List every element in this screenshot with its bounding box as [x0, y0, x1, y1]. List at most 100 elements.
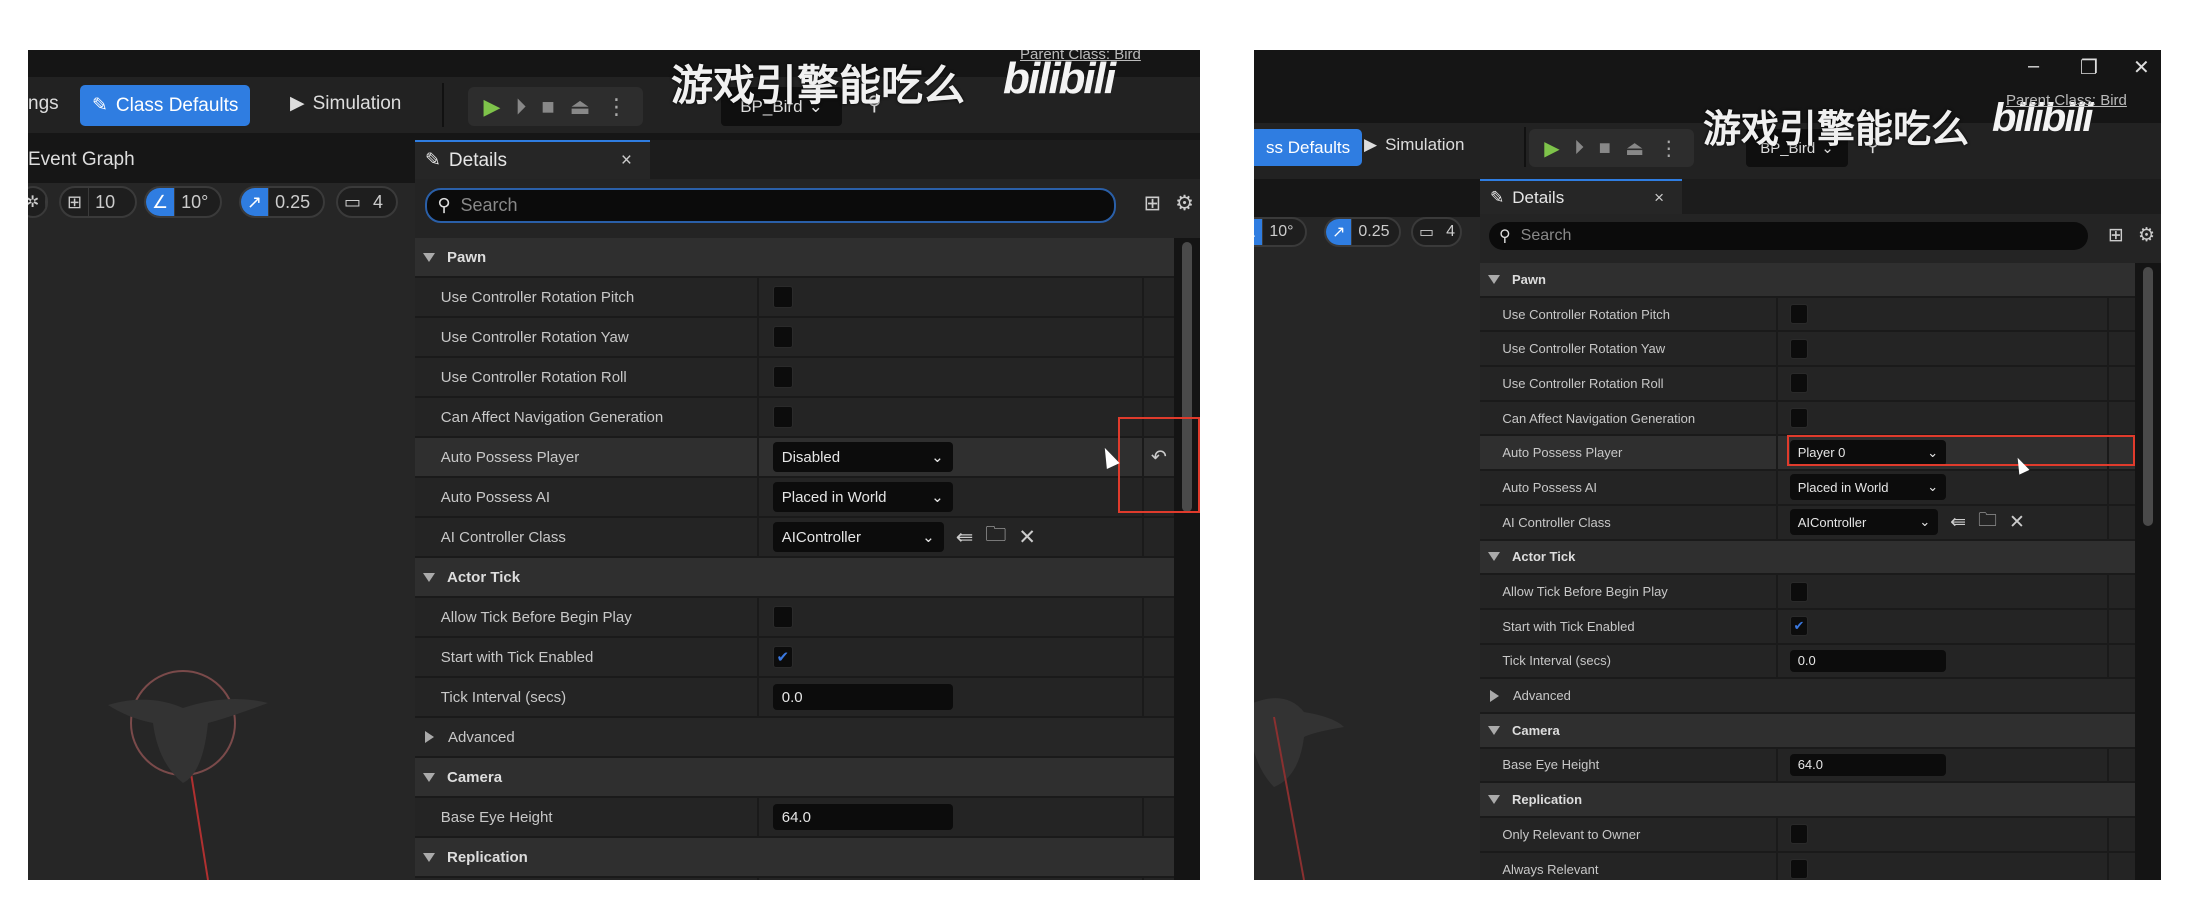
parent-class-link[interactable]: Parent Class: Bird	[2006, 92, 2127, 109]
scale-snap-toggle[interactable]: ↗ 0.25	[1324, 217, 1401, 247]
camera-speed-button[interactable]: ▭ 4	[1411, 217, 1462, 247]
category-header[interactable]: Camera	[1480, 713, 2135, 749]
screenshot-after: – ❐ ✕ ss Defaults ▶ Simulation ▶ ⏵ ■ ⏏ ⋮ …	[1254, 50, 2161, 880]
browse-icon[interactable]: 🗀	[985, 520, 1006, 555]
settings-button[interactable]: ngs	[28, 93, 59, 115]
category-header[interactable]: Actor Tick	[1480, 540, 2135, 576]
settings-gear-icon[interactable]: ⚙	[1175, 191, 1194, 216]
camera-speed-button[interactable]: ▭ 4	[336, 186, 398, 218]
property-checkbox[interactable]	[1789, 304, 1808, 325]
property-number-input[interactable]: 64.0	[1789, 753, 1946, 777]
parent-class-link[interactable]: Parent Class: Bird	[1020, 50, 1141, 63]
category-header[interactable]: Pawn	[1480, 263, 2135, 298]
eject-icon[interactable]: ⏏	[1625, 136, 1644, 161]
property-checkbox[interactable]	[772, 326, 793, 348]
class-defaults-button[interactable]: ss Defaults	[1254, 129, 1363, 166]
rotation-snap-toggle[interactable]: ∠10°	[1254, 217, 1307, 247]
property-dropdown[interactable]: Placed in World ⌄	[772, 482, 953, 512]
close-tab-button[interactable]: ×	[1654, 188, 1664, 208]
search-input[interactable]: ⚲ Search	[425, 188, 1117, 223]
vertical-scrollbar[interactable]	[1174, 238, 1200, 880]
reset-column	[1142, 878, 1174, 880]
property-checkbox[interactable]	[1789, 338, 1808, 359]
play-icon[interactable]: ▶	[1544, 136, 1559, 161]
property-matrix-icon[interactable]: ⊞	[2108, 224, 2124, 247]
property-number-input[interactable]: 0.0	[1789, 649, 1946, 672]
property-checkbox[interactable]	[1789, 408, 1808, 429]
property-label: Start with Tick Enabled	[1480, 609, 1778, 643]
viewport[interactable]: ✲ ⊞10 ∠10° ↗0.25 ▭4	[28, 183, 415, 880]
property-row: Auto Possess AI Placed in World ⌄	[1480, 471, 2135, 506]
class-defaults-button[interactable]: ✎ Class Defaults	[80, 85, 251, 126]
property-checkbox[interactable]	[1789, 824, 1808, 845]
property-checkbox[interactable]	[772, 286, 793, 308]
advanced-expander[interactable]: Advanced	[1480, 679, 2135, 714]
transform-tools[interactable]: ✲	[28, 186, 48, 218]
property-matrix-icon[interactable]: ⊞	[1144, 191, 1162, 216]
play-icon[interactable]: ▶	[483, 94, 500, 120]
advance-frame-icon[interactable]: ⏵	[515, 94, 526, 120]
property-checkbox[interactable]	[1789, 859, 1808, 880]
property-checkbox[interactable]: ✔	[772, 646, 793, 668]
property-checkbox[interactable]	[1789, 581, 1808, 602]
property-checkbox[interactable]	[1789, 373, 1808, 394]
surface-snap-icon: ✲	[28, 188, 46, 216]
property-value	[1778, 853, 2107, 880]
restore-button[interactable]: ❐	[2080, 55, 2098, 80]
clear-icon[interactable]: ✕	[1018, 525, 1036, 550]
property-number-input[interactable]: 0.0	[772, 684, 953, 710]
details-tab[interactable]: ✎ Details ×	[415, 140, 650, 179]
close-tab-button[interactable]: ×	[621, 150, 632, 172]
property-checkbox[interactable]: ✔	[1789, 616, 1808, 637]
search-input[interactable]: ⚲ Search	[1488, 221, 2089, 251]
class-picker-dropdown[interactable]: AIController ⌄	[1789, 509, 1939, 536]
reset-column	[2107, 852, 2135, 880]
browse-icon[interactable]: 🗀	[1978, 506, 1997, 538]
details-tab[interactable]: ✎ Details ×	[1480, 179, 1682, 214]
dropdown-value: AIController	[1797, 514, 1867, 530]
scale-snap-toggle[interactable]: ↗ 0.25	[239, 186, 325, 218]
use-selected-icon[interactable]: ⇚	[956, 525, 974, 550]
category-header[interactable]: Replication	[1480, 783, 2135, 818]
advance-frame-icon[interactable]: ⏵	[1574, 137, 1584, 160]
rotation-snap-toggle[interactable]: ∠10°	[144, 186, 222, 218]
simulation-button[interactable]: ▶ Simulation	[290, 92, 401, 115]
property-checkbox[interactable]	[772, 366, 793, 388]
use-selected-icon[interactable]: ⇚	[1950, 511, 1966, 534]
category-header[interactable]: Replication	[415, 838, 1174, 878]
viewport[interactable]: ∠10° ↗0.25 ▭4	[1254, 217, 1480, 880]
vertical-scrollbar[interactable]	[2135, 263, 2161, 880]
more-options-icon[interactable]: ⋮	[605, 94, 627, 120]
search-icon: ⚲	[1498, 228, 1511, 246]
property-row: Use Controller Rotation Pitch	[1480, 297, 2135, 333]
property-dropdown[interactable]: Placed in World ⌄	[1789, 474, 1946, 501]
stop-icon[interactable]: ■	[541, 94, 554, 120]
property-number-input[interactable]: 64.0	[772, 804, 953, 830]
simulation-button[interactable]: ▶ Simulation	[1364, 135, 1464, 155]
more-options-icon[interactable]: ⋮	[1659, 136, 1679, 161]
scrollbar-thumb[interactable]	[2143, 267, 2153, 527]
class-picker-dropdown[interactable]: AIController ⌄	[772, 522, 944, 552]
property-label: Use Controller Rotation Pitch	[1480, 297, 1778, 331]
property-value: 0.0	[759, 678, 1142, 716]
category-header[interactable]: Pawn	[415, 238, 1174, 278]
property-checkbox[interactable]	[772, 606, 793, 628]
search-row: ⚲ Search ⊞ ⚙	[1480, 214, 2161, 263]
details-tab-label: Details	[1512, 187, 1565, 207]
grid-snap-toggle[interactable]: ⊞ 10	[59, 186, 137, 218]
property-value: AIController ⌄ ⇚ 🗀 ✕	[1778, 506, 2107, 539]
tab-event-graph[interactable]: Event Graph	[28, 149, 135, 171]
settings-gear-icon[interactable]: ⚙	[2138, 224, 2155, 247]
stop-icon[interactable]: ■	[1599, 137, 1611, 160]
eject-icon[interactable]: ⏏	[570, 94, 591, 120]
minimize-button[interactable]: –	[2028, 55, 2039, 78]
category-header[interactable]: Camera	[415, 758, 1174, 798]
clear-icon[interactable]: ✕	[2009, 511, 2025, 534]
property-row	[415, 878, 1174, 880]
advanced-expander[interactable]: Advanced	[415, 718, 1174, 758]
property-dropdown[interactable]: Disabled ⌄	[772, 442, 953, 472]
category-header[interactable]: Actor Tick	[415, 558, 1174, 598]
property-value: AIController ⌄ ⇚ 🗀 ✕	[759, 518, 1142, 556]
close-window-button[interactable]: ✕	[2133, 55, 2150, 80]
property-checkbox[interactable]	[772, 406, 793, 428]
